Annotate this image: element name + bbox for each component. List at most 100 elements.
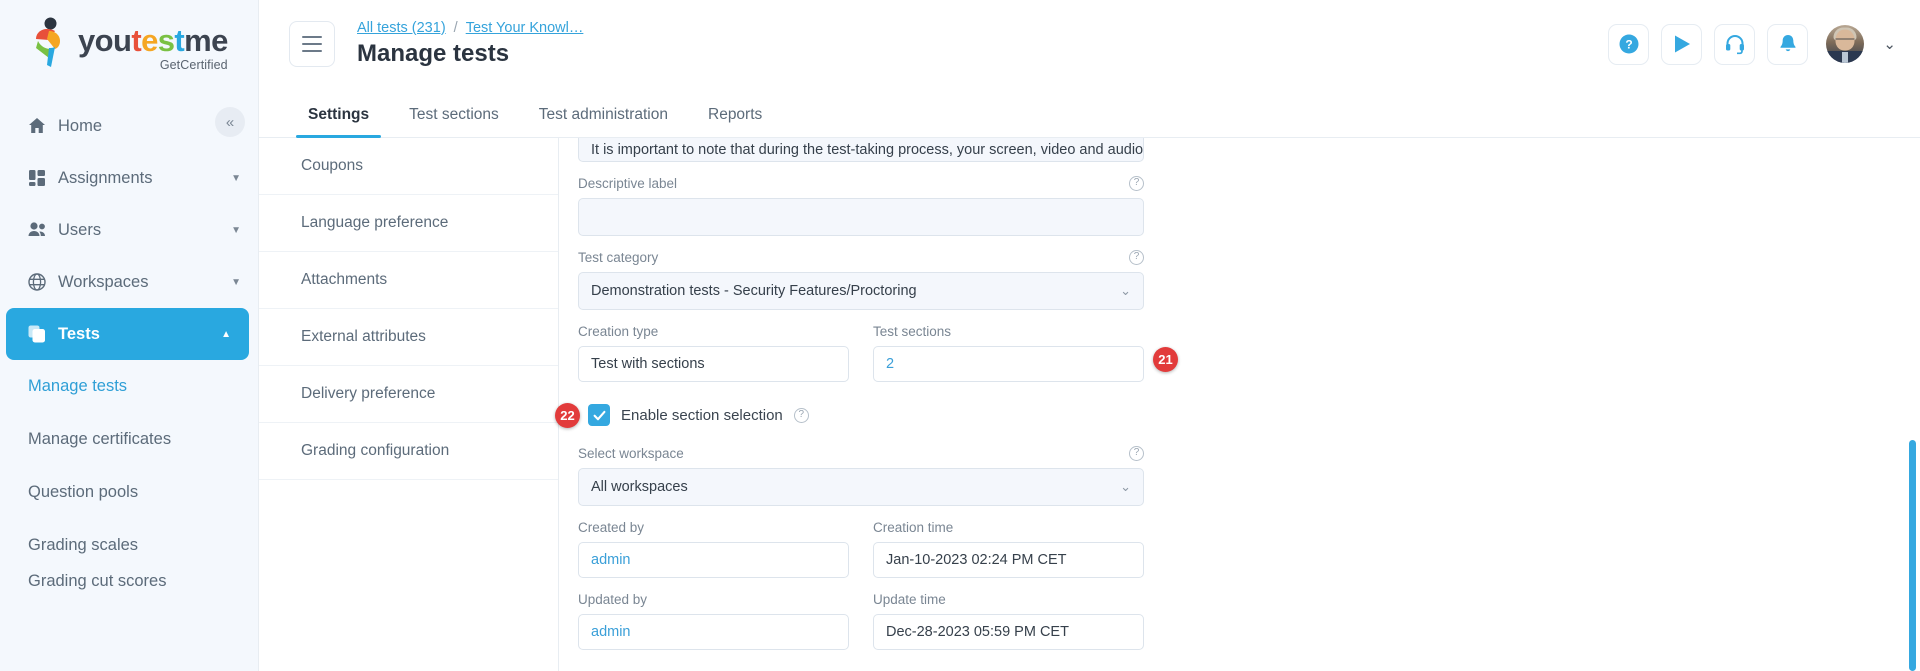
created-by-input[interactable]: admin	[578, 542, 849, 578]
content-split: Coupons Language preference Attachments …	[259, 138, 1920, 671]
sidebar-subitem-label: Grading cut scores	[28, 572, 167, 590]
description-textarea-bottom[interactable]: It is important to note that during the …	[578, 138, 1144, 162]
creation-time-input[interactable]: Jan-10-2023 02:24 PM CET	[873, 542, 1144, 578]
sidebar-subitem-label: Manage tests	[28, 377, 128, 395]
tab-bar: Settings Test sections Test administrati…	[259, 88, 1920, 138]
users-icon	[28, 221, 58, 239]
inner-menu-label: External attributes	[301, 328, 426, 345]
field-label: Test category	[578, 250, 659, 265]
chevron-down-icon: ▼	[231, 172, 241, 184]
sidebar-subitem-manage-certificates[interactable]: Manage certificates	[0, 413, 259, 466]
sidebar-item-assignments[interactable]: Assignments ▼	[0, 152, 259, 204]
notifications-bell-icon[interactable]	[1767, 23, 1809, 65]
sidebar-item-tests[interactable]: Tests ▲	[6, 308, 249, 360]
breadcrumb-test-name[interactable]: Test Your Knowl…	[466, 20, 584, 36]
sidebar-item-label: Users	[58, 220, 102, 239]
field-test-sections: Test sections 2 21	[873, 324, 1178, 382]
tab-test-sections[interactable]: Test sections	[389, 106, 519, 137]
chevron-down-icon[interactable]: ⌄	[1883, 35, 1896, 53]
settings-form: It is important to note that during the …	[555, 138, 1920, 671]
brand-part-3: s	[157, 22, 175, 58]
descriptive-label-input[interactable]	[578, 198, 1144, 236]
form-column: It is important to note that during the …	[555, 138, 1178, 650]
inner-menu-item-grading-configuration[interactable]: Grading configuration	[259, 423, 558, 480]
tests-icon	[28, 325, 58, 343]
field-label-row: Descriptive label ?	[578, 176, 1144, 191]
field-label-row: Created by	[578, 520, 849, 535]
settings-inner-menu: Coupons Language preference Attachments …	[259, 138, 559, 671]
tab-test-administration[interactable]: Test administration	[519, 106, 688, 137]
header-title-block: All tests (231) / Test Your Knowl… Manag…	[357, 20, 583, 68]
help-icon[interactable]: ?	[1129, 446, 1144, 461]
test-sections-input[interactable]: 2	[873, 346, 1144, 382]
breadcrumb-all-tests[interactable]: All tests (231)	[357, 20, 446, 36]
field-label: Select workspace	[578, 446, 684, 461]
play-icon[interactable]	[1661, 23, 1703, 65]
avatar[interactable]	[1826, 25, 1865, 63]
sidebar-subitem-grading-scales[interactable]: Grading scales	[0, 519, 259, 572]
sidebar-item-label: Tests	[58, 324, 100, 343]
inner-menu-item-coupons[interactable]: Coupons	[259, 138, 558, 195]
tab-label: Settings	[308, 106, 370, 123]
inner-menu-item-external-attributes[interactable]: External attributes	[259, 309, 558, 366]
header-actions: ? ⌄	[1608, 23, 1896, 65]
help-icon[interactable]: ?	[1608, 23, 1650, 65]
field-label: Update time	[873, 592, 946, 607]
chevron-down-icon[interactable]: ⌄	[1120, 283, 1131, 299]
sidebar-subitem-grading-cut-scores[interactable]: Grading cut scores	[0, 572, 259, 594]
sidebar-item-workspaces[interactable]: Workspaces ▼	[0, 256, 259, 308]
inner-menu-item-language-preference[interactable]: Language preference	[259, 195, 558, 252]
row-creation-type-sections: Creation type Test with sections Test se…	[578, 324, 1178, 382]
field-label-row: Test category ?	[578, 250, 1144, 265]
tab-settings[interactable]: Settings	[288, 106, 389, 138]
support-headset-icon[interactable]	[1714, 23, 1756, 65]
field-updated-by: Updated by admin	[578, 592, 849, 650]
test-category-value: Demonstration tests - Security Features/…	[591, 283, 917, 299]
hamburger-icon[interactable]	[289, 21, 335, 67]
step-badge-22: 22	[555, 403, 580, 428]
field-label-row: Updated by	[578, 592, 849, 607]
step-badge-21: 21	[1153, 347, 1178, 372]
tab-reports[interactable]: Reports	[688, 106, 782, 137]
field-update-time: Update time Dec-28-2023 05:59 PM CET	[873, 592, 1144, 650]
sidebar-item-users[interactable]: Users ▼	[0, 204, 259, 256]
field-label-row: Creation type	[578, 324, 849, 339]
tab-label: Reports	[708, 106, 763, 123]
chevron-down-icon: ▼	[231, 276, 241, 288]
sidebar-item-label: Workspaces	[58, 272, 149, 291]
creation-type-input[interactable]: Test with sections	[578, 346, 849, 382]
avatar-tie	[1842, 52, 1849, 63]
tab-label: Test sections	[409, 106, 499, 123]
test-category-select[interactable]: Demonstration tests - Security Features/…	[578, 272, 1144, 310]
help-icon[interactable]: ?	[1129, 176, 1144, 191]
field-label-row: Select workspace ?	[578, 446, 1144, 461]
inner-menu-item-attachments[interactable]: Attachments	[259, 252, 558, 309]
field-label: Test sections	[873, 324, 952, 339]
select-workspace-select[interactable]: All workspaces ⌄	[578, 468, 1144, 506]
inner-menu-item-delivery-preference[interactable]: Delivery preference	[259, 366, 558, 423]
field-descriptive-label: Descriptive label ?	[578, 176, 1144, 236]
page-title: Manage tests	[357, 40, 510, 67]
vertical-scrollbar-thumb[interactable]	[1909, 440, 1916, 671]
chevron-down-icon[interactable]: ⌄	[1120, 479, 1131, 495]
field-label: Updated by	[578, 592, 648, 607]
brand-logo[interactable]: youtestme GetCertified	[0, 0, 259, 88]
chevron-down-icon: ▼	[231, 224, 241, 236]
sidebar-item-label: Assignments	[58, 168, 153, 187]
inner-menu-label: Grading configuration	[301, 442, 450, 459]
update-time-input[interactable]: Dec-28-2023 05:59 PM CET	[873, 614, 1144, 650]
brand-name: youtestme	[78, 25, 228, 56]
sidebar-subitem-question-pools[interactable]: Question pools	[0, 466, 259, 519]
sidebar-item-home[interactable]: Home	[0, 100, 259, 152]
help-icon[interactable]: ?	[1129, 250, 1144, 265]
field-creation-type: Creation type Test with sections	[578, 324, 849, 382]
sidebar-subitem-label: Question pools	[28, 483, 139, 501]
updated-by-input[interactable]: admin	[578, 614, 849, 650]
brand-part-5: me	[184, 22, 228, 58]
sidebar-subitem-manage-tests[interactable]: Manage tests	[0, 360, 259, 413]
globe-icon	[28, 273, 58, 291]
inner-menu-label: Coupons	[301, 157, 364, 174]
main-area: All tests (231) / Test Your Knowl… Manag…	[259, 0, 1920, 671]
enable-section-selection-checkbox[interactable]	[588, 404, 610, 426]
help-icon[interactable]: ?	[793, 407, 809, 423]
